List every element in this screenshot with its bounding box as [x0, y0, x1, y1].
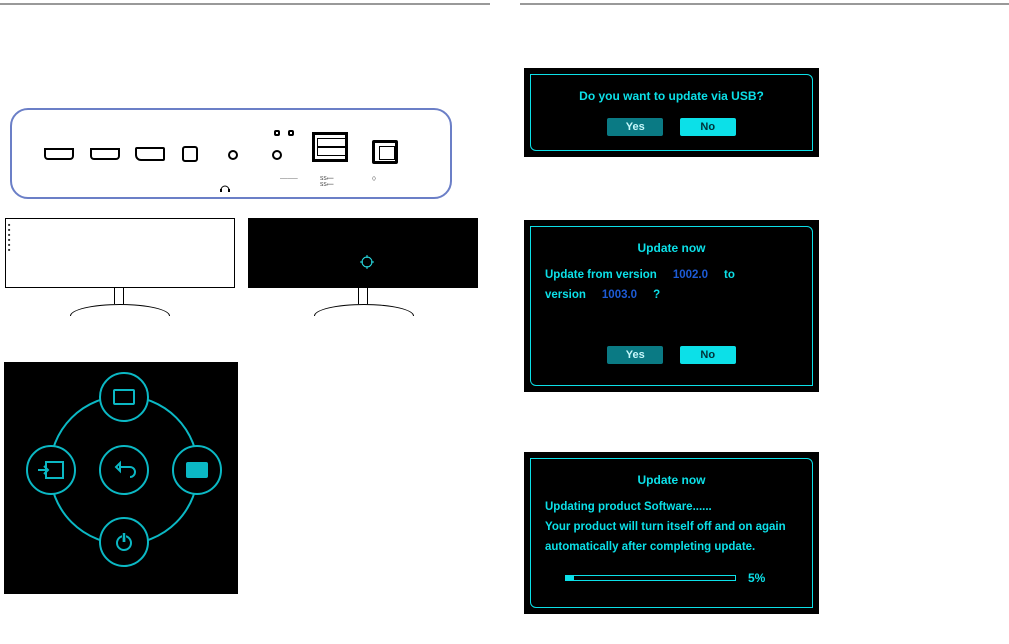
jog-left-button [26, 445, 76, 495]
yes-button[interactable]: Yes [607, 346, 663, 364]
dialog-title: Update now [545, 241, 798, 255]
device-rear-panel-diagram: ───── SS⟸SS⟸ ⟨⟩ [10, 108, 452, 199]
headphone-icon [219, 182, 231, 194]
monitor-back-stand [358, 288, 368, 304]
progress-bar-fill [566, 576, 574, 580]
dialog-message: Do you want to update via USB? [545, 89, 798, 103]
hdmi-port-2-icon [90, 148, 120, 160]
monitor-front-diagram [5, 218, 235, 288]
progress-message-1: Updating product Software...... [545, 497, 798, 517]
jog-up-button [99, 372, 149, 422]
progress-percent: 5% [748, 571, 778, 585]
no-button[interactable]: No [680, 346, 736, 364]
jog-right-button [172, 445, 222, 495]
text-fragment: Update from version [545, 269, 657, 281]
monitor-side-indicators: ■■■■■■ [8, 222, 10, 252]
displayport-icon [135, 147, 165, 161]
progress-message-2: Your product will turn itself off and on… [545, 517, 798, 557]
monitor-back-diagram [248, 218, 478, 288]
audio-jack-2-icon [272, 150, 282, 160]
text-fragment: version [545, 289, 586, 301]
ethernet-port-icon [372, 140, 398, 164]
column-divider-right [520, 3, 1009, 5]
version-to: 1003.0 [602, 289, 637, 301]
version-from: 1002.0 [673, 269, 708, 281]
monitor-front-base [70, 304, 170, 316]
jog-center-button [99, 445, 149, 495]
dialog-body: Update from version 1002.0 to version 10… [545, 265, 798, 305]
usb-stack-port-icon [312, 132, 348, 162]
update-progress-dialog: Update now Updating product Software....… [524, 452, 819, 614]
audio-jack-1-icon [228, 150, 238, 160]
usb-update-prompt-dialog: Do you want to update via USB? Yes No [524, 68, 819, 157]
progress-bar [565, 575, 736, 581]
column-divider-left [0, 3, 490, 5]
power-icon [113, 531, 135, 553]
no-button[interactable]: No [680, 118, 736, 136]
small-port-1-icon [274, 130, 280, 136]
jog-button-location-icon [360, 255, 374, 269]
text-fragment: to [724, 269, 735, 281]
dialog-title: Update now [545, 473, 798, 487]
menu-icon [113, 389, 135, 405]
text-fragment: ? [653, 289, 660, 301]
pip-icon [186, 462, 208, 478]
jog-down-button [99, 517, 149, 567]
return-icon [112, 458, 136, 482]
small-port-2-icon [288, 130, 294, 136]
hdmi-port-1-icon [44, 148, 74, 160]
monitor-front-stand [114, 288, 124, 304]
update-confirm-dialog: Update now Update from version 1002.0 to… [524, 220, 819, 392]
monitor-back-base [314, 304, 414, 316]
mini-dp-port-icon [182, 146, 198, 162]
yes-button[interactable]: Yes [607, 118, 663, 136]
source-input-icon [38, 461, 64, 479]
jog-controller-diagram [4, 362, 238, 594]
